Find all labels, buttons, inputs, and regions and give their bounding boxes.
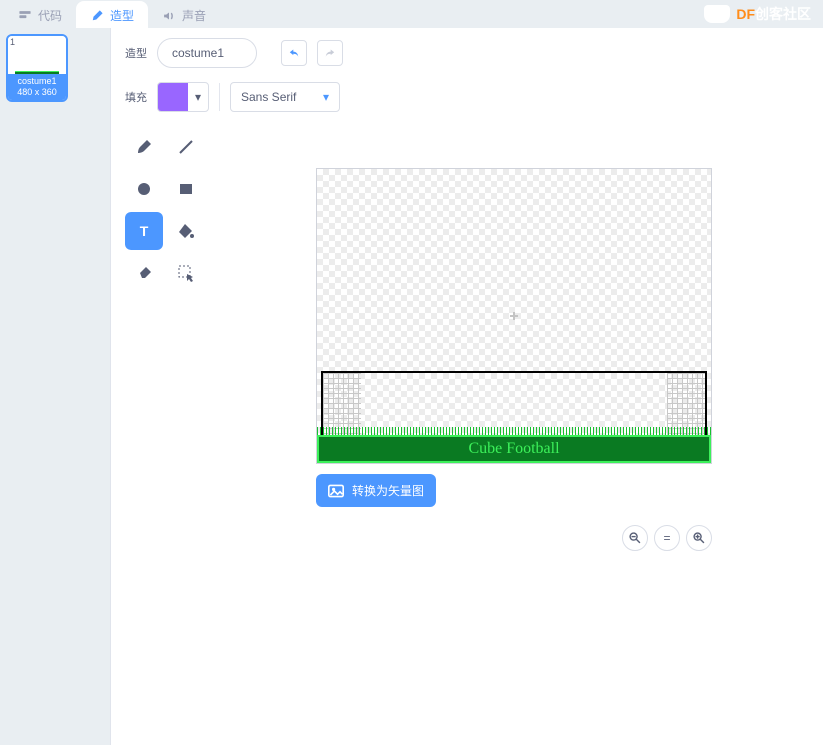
thumb-index: 1 — [10, 37, 15, 47]
paint-tools: T — [125, 128, 205, 292]
convert-label: 转换为矢量图 — [352, 482, 424, 499]
tool-rectangle[interactable] — [167, 170, 205, 208]
brand-text: DF创客社区 — [736, 4, 811, 24]
editor-tabs: 代码 造型 声音 — [0, 0, 823, 28]
convert-to-vector-button[interactable]: 转换为矢量图 — [316, 474, 436, 507]
tool-line[interactable] — [167, 128, 205, 166]
tool-circle[interactable] — [125, 170, 163, 208]
brand-logo: DF创客社区 — [704, 4, 811, 24]
font-selector[interactable]: Sans Serif ▾ — [230, 82, 340, 112]
redo-button[interactable] — [317, 40, 343, 66]
tool-select[interactable] — [167, 254, 205, 292]
costume-thumbnail[interactable]: 1 costume1 480 x 360 — [6, 34, 68, 102]
fill-color-picker[interactable]: ▾ — [157, 82, 209, 112]
artwork-field: Cube Football — [317, 435, 711, 463]
tab-sounds-label: 声音 — [182, 7, 206, 24]
tool-eraser[interactable] — [125, 254, 163, 292]
fill-swatch — [158, 83, 188, 111]
zoom-in-button[interactable] — [686, 525, 712, 551]
chevron-down-icon: ▾ — [188, 83, 208, 111]
font-value: Sans Serif — [241, 90, 296, 104]
artwork-goal — [321, 371, 707, 435]
tab-sounds[interactable]: 声音 — [148, 1, 220, 28]
canvas[interactable]: Cube Football — [316, 168, 712, 464]
artwork-grass — [317, 427, 711, 435]
brush-icon — [90, 9, 104, 23]
svg-text:T: T — [140, 223, 149, 239]
zoom-out-button[interactable] — [622, 525, 648, 551]
costume-list: 1 costume1 480 x 360 — [0, 28, 110, 745]
thumb-preview — [8, 36, 66, 74]
brand-face-icon — [704, 5, 730, 23]
tool-fill[interactable] — [167, 212, 205, 250]
chevron-down-icon: ▾ — [323, 90, 329, 104]
blocks-icon — [18, 9, 32, 23]
canvas-area: Cube Football 转换为矢量图 = — [316, 168, 712, 507]
zoom-reset-button[interactable]: = — [654, 525, 680, 551]
sound-icon — [162, 9, 176, 23]
fill-label: 填充 — [125, 89, 147, 105]
artwork-title: Cube Football — [468, 440, 559, 458]
costume-name-label: 造型 — [125, 45, 147, 61]
paint-editor: 造型 填充 ▾ Sans Serif ▾ — [110, 28, 823, 745]
tool-brush[interactable] — [125, 128, 163, 166]
undo-button[interactable] — [281, 40, 307, 66]
tab-costumes[interactable]: 造型 — [76, 1, 148, 28]
center-crosshair — [510, 312, 518, 320]
tool-text[interactable]: T — [125, 212, 163, 250]
thumb-label: costume1 480 x 360 — [8, 74, 66, 100]
zoom-controls: = — [622, 525, 712, 551]
tab-code-label: 代码 — [38, 7, 62, 24]
costume-name-input[interactable] — [157, 38, 257, 68]
tab-code[interactable]: 代码 — [4, 1, 76, 28]
tab-costumes-label: 造型 — [110, 7, 134, 24]
